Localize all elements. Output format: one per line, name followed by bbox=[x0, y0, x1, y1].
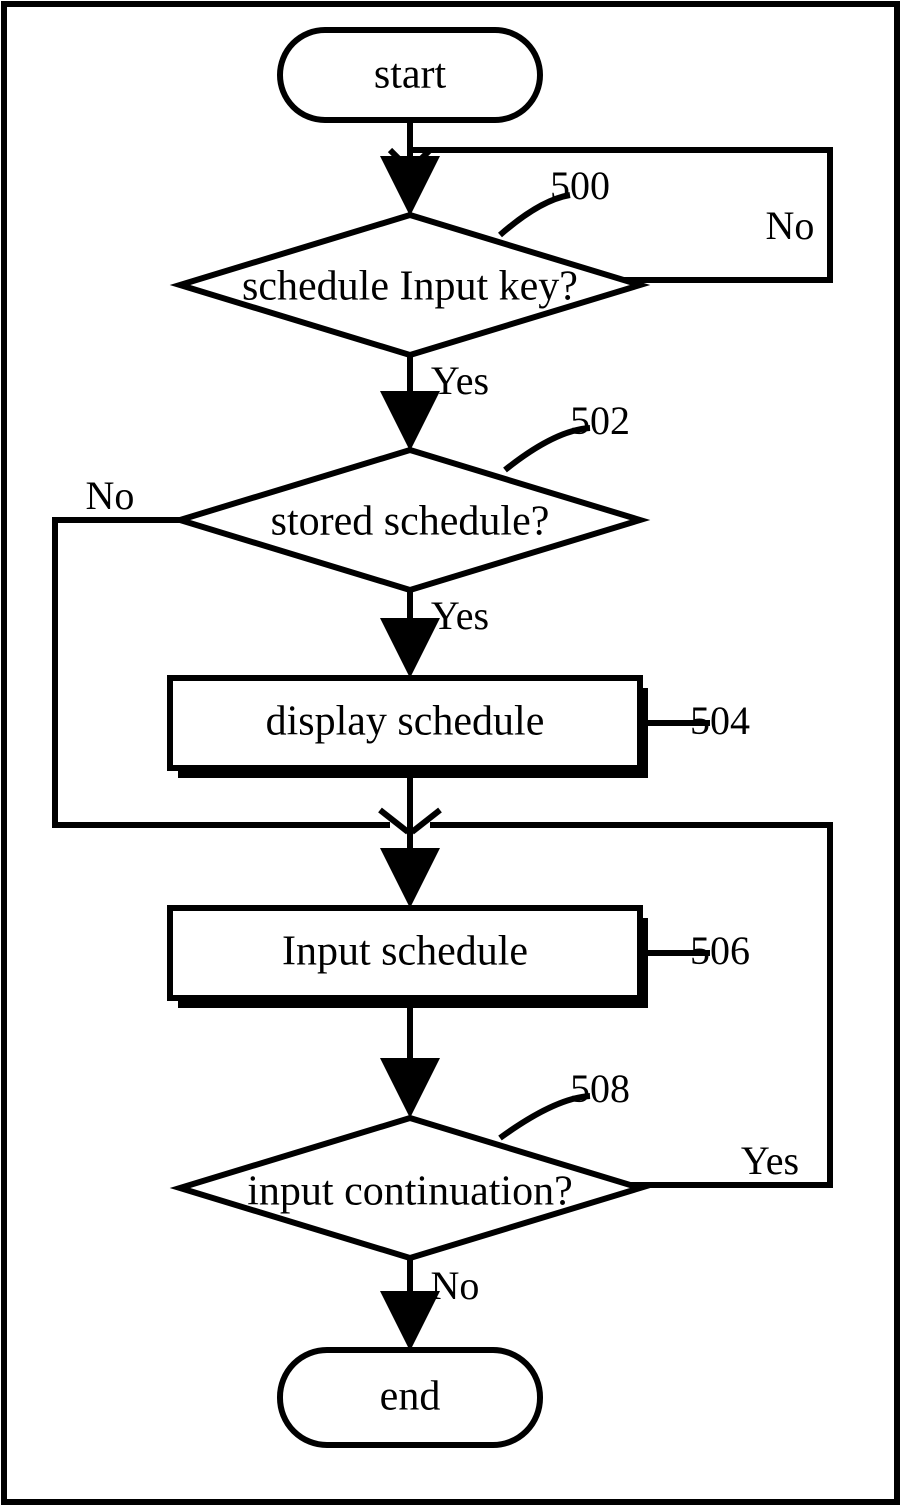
start-node: start bbox=[280, 30, 540, 120]
ref-504: 504 bbox=[690, 698, 750, 743]
yes-508: Yes bbox=[741, 1138, 799, 1183]
yes-502: Yes bbox=[431, 593, 489, 638]
start-label: start bbox=[374, 52, 447, 98]
ref-500: 500 bbox=[550, 163, 610, 208]
no-500: No bbox=[766, 203, 815, 248]
end-node: end bbox=[280, 1350, 540, 1445]
decision-500: schedule Input key? bbox=[180, 215, 640, 355]
ref-506: 506 bbox=[690, 928, 750, 973]
decision-502: stored schedule? bbox=[180, 450, 640, 590]
decision-508: input continuation? bbox=[180, 1118, 640, 1258]
yes-500: Yes bbox=[431, 358, 489, 403]
ref-508: 508 bbox=[570, 1066, 630, 1111]
decision-500-text: schedule Input key? bbox=[242, 264, 578, 310]
decision-508-text: input continuation? bbox=[247, 1169, 572, 1215]
no-502: No bbox=[86, 473, 135, 518]
merge2-tick-r bbox=[412, 810, 440, 832]
process-506-text: Input schedule bbox=[282, 929, 528, 975]
ref-502: 502 bbox=[570, 398, 630, 443]
no-508: No bbox=[431, 1263, 480, 1308]
decision-502-text: stored schedule? bbox=[271, 499, 550, 545]
merge2-tick-l bbox=[380, 810, 408, 832]
flowchart: start schedule Input key? 500 No Yes No … bbox=[0, 0, 901, 1506]
end-label: end bbox=[380, 1374, 441, 1420]
process-504: display schedule bbox=[170, 678, 648, 778]
process-506: Input schedule bbox=[170, 908, 648, 1008]
process-504-text: display schedule bbox=[266, 699, 545, 745]
